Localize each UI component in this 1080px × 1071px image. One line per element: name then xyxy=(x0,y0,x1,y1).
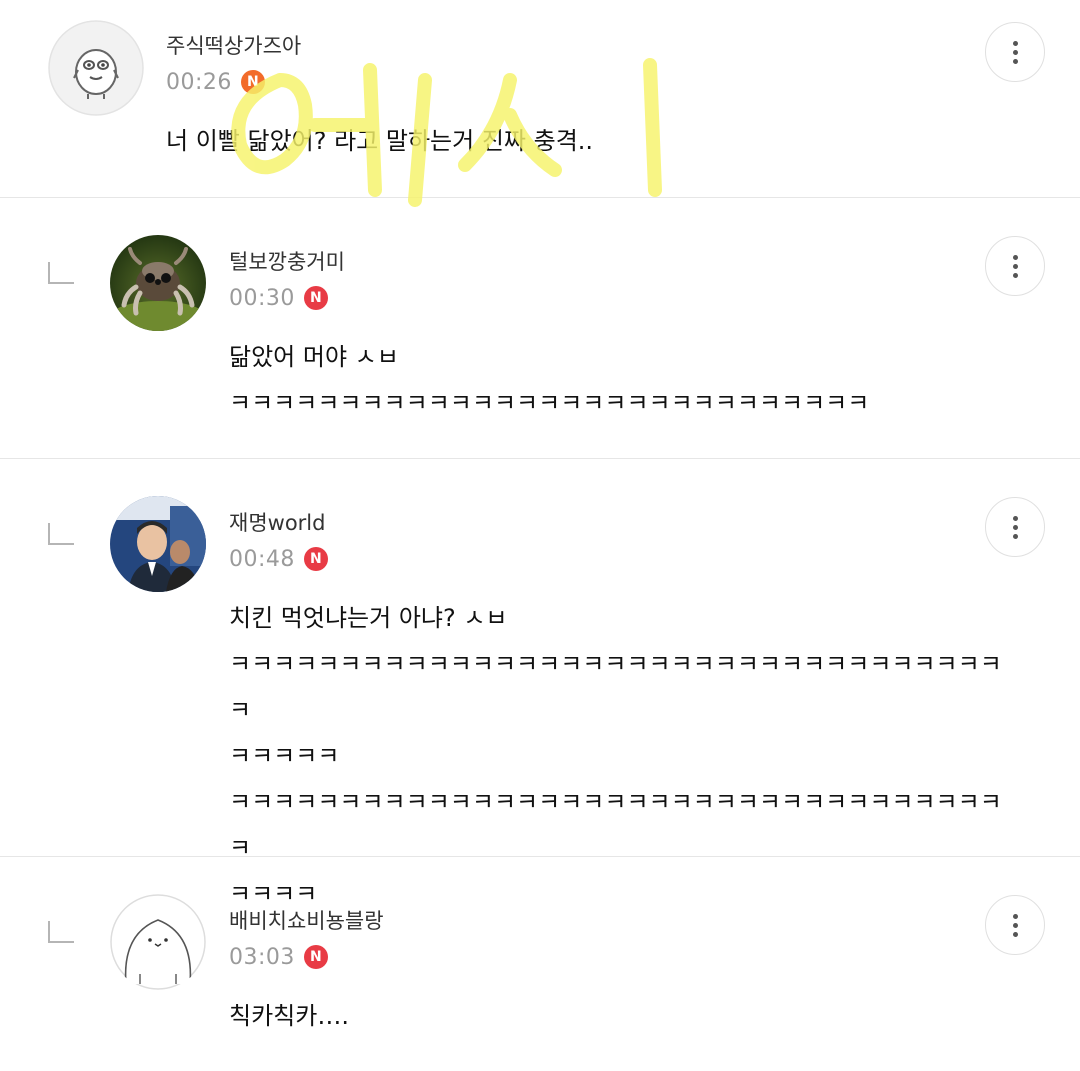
comment-text: 너 이빨 닮았어? 라고 말하는거 진짜 충격.. xyxy=(166,127,594,155)
character-avatar[interactable] xyxy=(48,20,144,116)
comment-meta: 00:30 N xyxy=(229,284,328,312)
new-badge: N xyxy=(303,547,328,571)
dot-icon xyxy=(1012,49,1018,55)
dot-icon xyxy=(1012,254,1018,260)
comment-time: 00:30 xyxy=(229,285,295,311)
dot-icon xyxy=(1012,533,1018,539)
comment-author[interactable]: 털보깡충거미 xyxy=(229,246,345,276)
dot-icon xyxy=(1012,515,1018,521)
comment-text: 칙카칙카…. xyxy=(229,1002,349,1030)
comment-author[interactable]: 배비치쇼비뇽블랑 xyxy=(229,905,384,935)
new-badge: N xyxy=(303,945,328,969)
reply-arrow-icon xyxy=(48,262,74,284)
reply-item: 배비치쇼비뇽블랑 03:03 N 칙카칙카…. xyxy=(0,857,1080,1071)
reply-item: 재명world 00:48 N 치킨 먹엇냐는거 아냐? ㅅㅂ ㅋㅋㅋㅋㅋㅋㅋㅋ… xyxy=(0,459,1080,908)
new-badge: N xyxy=(240,70,265,94)
comment-time: 03:03 xyxy=(229,944,295,970)
comment-meta: 00:48 N xyxy=(229,545,328,573)
reply-item: 털보깡충거미 00:30 N 닮았어 머야 ㅅㅂ ㅋㅋㅋㅋㅋㅋㅋㅋㅋㅋㅋㅋㅋㅋㅋ… xyxy=(0,198,1080,459)
comment-author[interactable]: 재명world xyxy=(229,507,325,537)
comment-meta: 00:26 N xyxy=(166,68,265,96)
more-options-button[interactable] xyxy=(985,497,1045,557)
dot-icon xyxy=(1012,40,1018,46)
dot-icon xyxy=(1012,58,1018,64)
seal-drawing-avatar[interactable] xyxy=(110,894,206,990)
dot-icon xyxy=(1012,931,1018,937)
dot-icon xyxy=(1012,922,1018,928)
person-photo-avatar[interactable] xyxy=(110,496,206,592)
reply-arrow-icon xyxy=(48,523,74,545)
comment-text: 닮았어 머야 ㅅㅂ ㅋㅋㅋㅋㅋㅋㅋㅋㅋㅋㅋㅋㅋㅋㅋㅋㅋㅋㅋㅋㅋㅋㅋㅋㅋㅋㅋㅋㅋ xyxy=(229,343,870,417)
more-options-button[interactable] xyxy=(985,236,1045,296)
dot-icon xyxy=(1012,524,1018,530)
reply-arrow-icon xyxy=(48,921,74,943)
dot-icon xyxy=(1012,913,1018,919)
dot-icon xyxy=(1012,263,1018,269)
new-badge: N xyxy=(303,286,328,310)
comment-time: 00:26 xyxy=(166,69,232,95)
comment-item: 주식떡상가즈아 00:26 N 너 이빨 닮았어? 라고 말하는거 진짜 충격.… xyxy=(0,0,1080,198)
comment-meta: 03:03 N xyxy=(229,943,328,971)
more-options-button[interactable] xyxy=(985,895,1045,955)
comment-time: 00:48 xyxy=(229,546,295,572)
spider-photo-avatar[interactable] xyxy=(110,235,206,331)
more-options-button[interactable] xyxy=(985,22,1045,82)
comment-author[interactable]: 주식떡상가즈아 xyxy=(166,30,301,60)
dot-icon xyxy=(1012,272,1018,278)
